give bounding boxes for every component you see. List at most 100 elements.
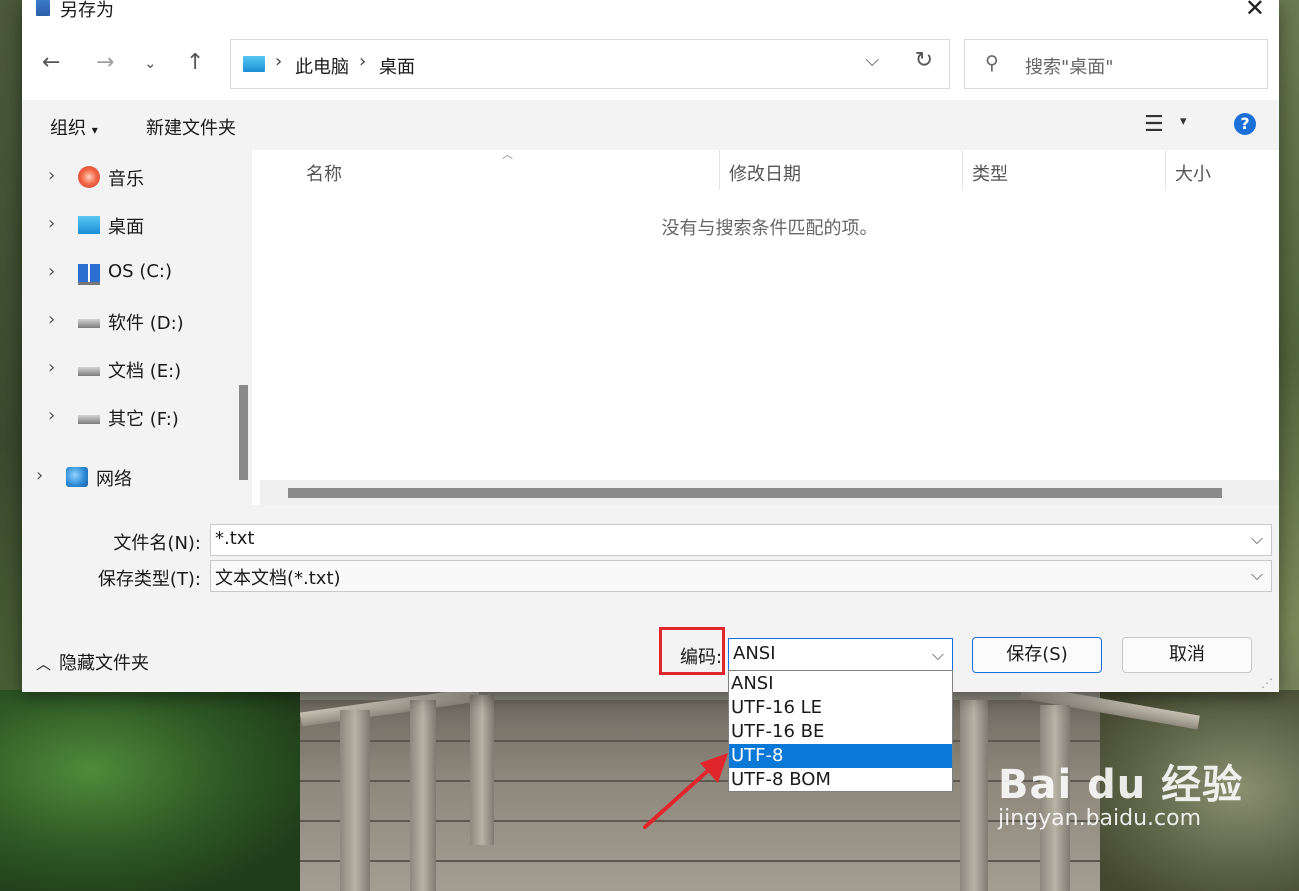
desktop-folder-icon bbox=[243, 56, 265, 72]
desktop-icon bbox=[78, 216, 100, 234]
nav-item-music[interactable]: › 音乐 bbox=[22, 155, 232, 199]
command-bar: 组织 ▾ 新建文件夹 ☰ ▾ ? bbox=[22, 100, 1279, 150]
filename-input[interactable]: *.txt ⌵ bbox=[210, 524, 1272, 556]
nav-item-drive-f[interactable]: › 其它 (F:) bbox=[22, 395, 232, 439]
address-bar[interactable]: › 此电脑 › 桌面 ⌵ ↻ bbox=[230, 39, 950, 89]
annotation-arrow-icon bbox=[643, 753, 728, 829]
search-icon: ⚲ bbox=[985, 52, 999, 74]
nav-item-drive-d[interactable]: › 软件 (D:) bbox=[22, 299, 232, 343]
view-options-chevron-icon[interactable]: ▾ bbox=[1180, 114, 1187, 129]
file-list: ︿ 名称 修改日期 类型 大小 没有与搜索条件匹配的项。 bbox=[260, 148, 1279, 505]
encoding-select[interactable]: ANSI ⌵ bbox=[728, 638, 953, 672]
scrollbar-thumb[interactable] bbox=[288, 488, 1222, 498]
view-options-icon[interactable]: ☰ bbox=[1144, 112, 1164, 137]
hide-folders-toggle[interactable]: ︿ 隐藏文件夹 bbox=[36, 649, 149, 675]
breadcrumb-separator-icon: › bbox=[275, 51, 283, 72]
os-drive-icon bbox=[78, 264, 100, 285]
encoding-label: 编码: bbox=[680, 647, 723, 668]
drive-icon bbox=[78, 415, 100, 424]
drive-icon bbox=[78, 367, 100, 376]
nav-item-label: 软件 (D:) bbox=[108, 313, 184, 334]
encoding-option-ansi[interactable]: ANSI bbox=[729, 672, 952, 696]
nav-item-label: 桌面 bbox=[108, 217, 144, 238]
encoding-option-utf8[interactable]: UTF-8 bbox=[729, 744, 952, 768]
back-arrow-icon[interactable]: ← bbox=[42, 50, 60, 75]
dialog-footer: ︿ 隐藏文件夹 编码: ANSI ⌵ 保存(S) 取消 ⋰ bbox=[22, 605, 1279, 692]
breadcrumb-this-pc[interactable]: 此电脑 bbox=[295, 53, 349, 79]
notepad-icon bbox=[36, 0, 50, 16]
refresh-icon[interactable]: ↻ bbox=[915, 48, 933, 73]
network-icon bbox=[66, 467, 88, 487]
baidu-watermark: Bai du 经验 jingyan.baidu.com bbox=[998, 752, 1243, 831]
nav-item-label: 网络 bbox=[96, 469, 132, 490]
expand-chevron-icon[interactable]: › bbox=[48, 357, 55, 378]
navigation-scrollbar[interactable] bbox=[235, 150, 252, 505]
close-icon[interactable]: ✕ bbox=[1245, 0, 1265, 22]
window-title: 另存为 bbox=[60, 0, 114, 21]
filetype-value: 文本文档(*.txt) bbox=[215, 568, 341, 589]
recent-locations-chevron-icon[interactable]: ⌄ bbox=[144, 54, 157, 72]
breadcrumb-separator-icon: › bbox=[359, 51, 367, 72]
organize-menu-button[interactable]: 组织 ▾ bbox=[50, 114, 98, 140]
nav-item-label: OS (C:) bbox=[108, 261, 172, 282]
background-post bbox=[340, 710, 370, 891]
cancel-button[interactable]: 取消 bbox=[1122, 637, 1252, 673]
expand-chevron-icon[interactable]: › bbox=[48, 309, 55, 330]
column-divider[interactable] bbox=[719, 150, 720, 190]
forward-arrow-icon[interactable]: → bbox=[96, 50, 114, 75]
help-icon[interactable]: ? bbox=[1234, 113, 1256, 135]
search-box[interactable]: ⚲ 搜索"桌面" bbox=[964, 39, 1268, 89]
expand-chevron-icon[interactable]: › bbox=[48, 165, 55, 186]
save-button[interactable]: 保存(S) bbox=[972, 637, 1102, 673]
new-folder-button[interactable]: 新建文件夹 bbox=[146, 114, 236, 140]
breadcrumb-desktop[interactable]: 桌面 bbox=[379, 53, 415, 79]
column-divider[interactable] bbox=[1165, 150, 1166, 190]
chevron-down-icon[interactable]: ⌵ bbox=[1251, 529, 1263, 549]
save-as-dialog: 另存为 ✕ ← → ⌄ ↑ › 此电脑 › 桌面 ⌵ ↻ ⚲ 搜索"桌面" 组织… bbox=[22, 0, 1279, 692]
background-leaves bbox=[0, 690, 300, 891]
expand-chevron-icon[interactable]: › bbox=[36, 465, 43, 486]
nav-item-drive-c[interactable]: › OS (C:) bbox=[22, 251, 232, 295]
up-arrow-icon[interactable]: ↑ bbox=[186, 50, 204, 75]
title-bar: 另存为 ✕ bbox=[22, 0, 1279, 22]
nav-item-label: 音乐 bbox=[108, 169, 144, 190]
nav-item-network[interactable]: › 网络 bbox=[22, 455, 232, 499]
chevron-down-icon[interactable]: ⌵ bbox=[932, 645, 944, 665]
filename-label: 文件名(N): bbox=[113, 533, 201, 554]
encoding-option-utf8-bom[interactable]: UTF-8 BOM bbox=[729, 768, 952, 792]
drive-icon bbox=[78, 319, 100, 328]
expand-chevron-icon[interactable]: › bbox=[48, 261, 55, 282]
expand-chevron-icon[interactable]: › bbox=[48, 213, 55, 234]
address-history-chevron-icon[interactable]: ⌵ bbox=[865, 50, 879, 71]
filename-form: 文件名(N): *.txt ⌵ 保存类型(T): 文本文档(*.txt) ⌵ bbox=[22, 505, 1279, 605]
search-placeholder: 搜索"桌面" bbox=[1025, 57, 1114, 78]
nav-item-desktop[interactable]: › 桌面 bbox=[22, 203, 232, 247]
background-post bbox=[470, 695, 494, 845]
nav-item-label: 其它 (F:) bbox=[108, 409, 179, 430]
filetype-select[interactable]: 文本文档(*.txt) ⌵ bbox=[210, 560, 1272, 592]
horizontal-scrollbar[interactable] bbox=[260, 480, 1279, 505]
column-header-date[interactable]: 修改日期 bbox=[729, 160, 801, 186]
column-header-size[interactable]: 大小 bbox=[1175, 160, 1211, 186]
chevron-down-icon[interactable]: ⌵ bbox=[1251, 565, 1263, 585]
scrollbar-thumb[interactable] bbox=[239, 385, 248, 480]
column-divider[interactable] bbox=[962, 150, 963, 190]
nav-item-label: 文档 (E:) bbox=[108, 361, 182, 382]
filetype-label: 保存类型(T): bbox=[97, 569, 201, 590]
watermark-logo: Bai du 经验 bbox=[998, 762, 1244, 808]
expand-chevron-icon[interactable]: › bbox=[48, 405, 55, 426]
music-icon bbox=[78, 166, 100, 188]
background-post bbox=[960, 700, 988, 891]
empty-results-message: 没有与搜索条件匹配的项。 bbox=[661, 218, 878, 239]
column-header-type[interactable]: 类型 bbox=[972, 160, 1008, 186]
encoding-option-utf16le[interactable]: UTF-16 LE bbox=[729, 696, 952, 720]
filename-value: *.txt bbox=[215, 528, 255, 549]
column-header-name[interactable]: 名称 bbox=[306, 160, 342, 186]
encoding-dropdown-list: ANSI UTF-16 LE UTF-16 BE UTF-8 UTF-8 BOM bbox=[728, 670, 953, 792]
resize-grip-icon[interactable]: ⋰ bbox=[1261, 676, 1273, 690]
sort-ascending-icon: ︿ bbox=[502, 148, 513, 161]
chevron-up-icon: ︿ bbox=[36, 655, 52, 673]
encoding-option-utf16be[interactable]: UTF-16 BE bbox=[729, 720, 952, 744]
nav-item-drive-e[interactable]: › 文档 (E:) bbox=[22, 347, 232, 391]
navigation-row: ← → ⌄ ↑ › 此电脑 › 桌面 ⌵ ↻ ⚲ 搜索"桌面" bbox=[22, 38, 1279, 90]
